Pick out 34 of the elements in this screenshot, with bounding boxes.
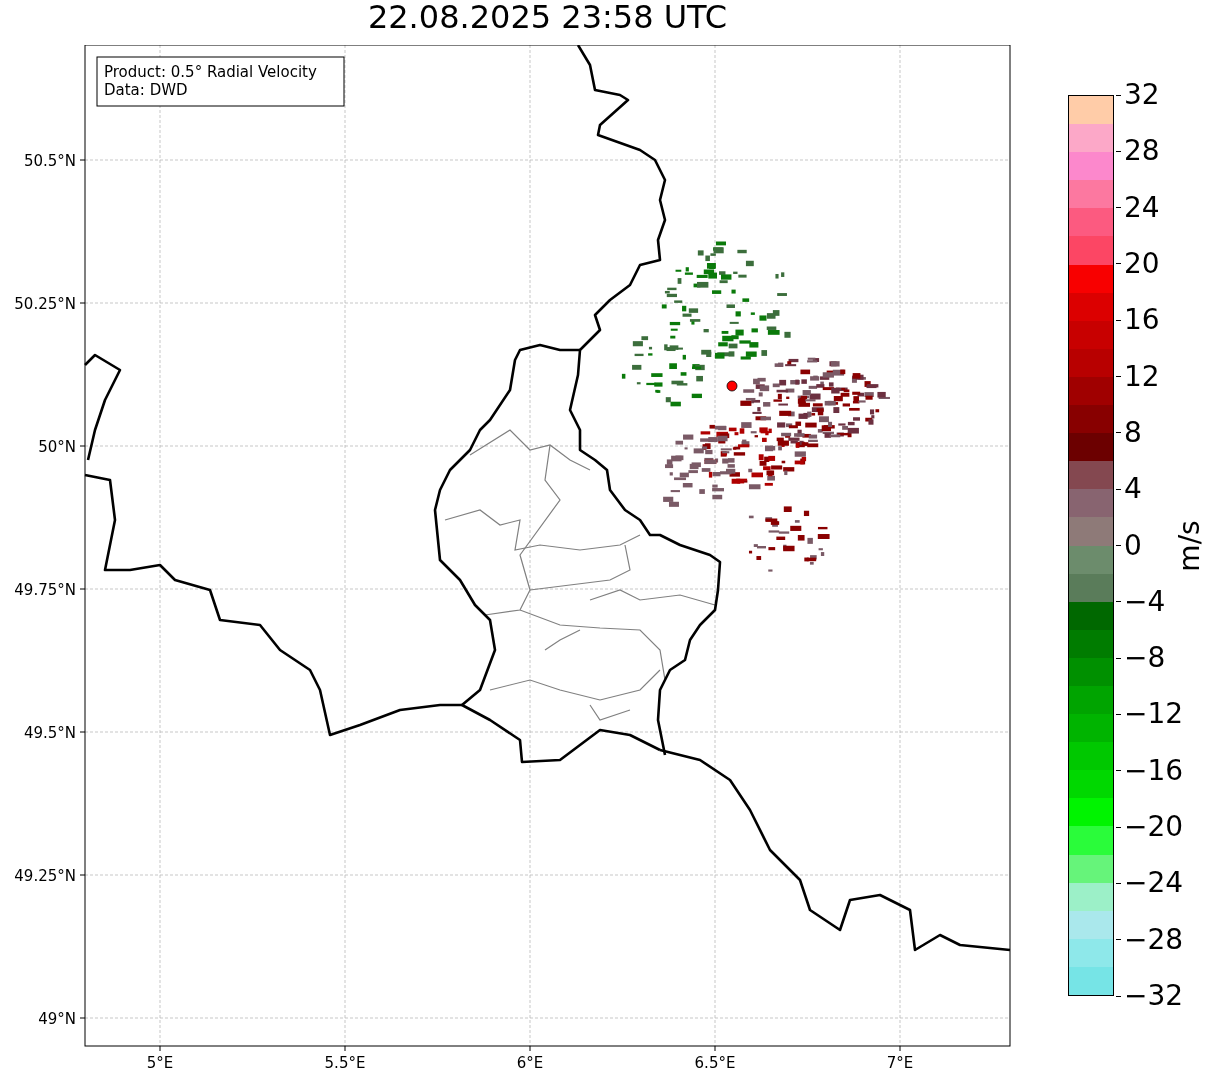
colorbar-tick-label: −28	[1123, 922, 1184, 957]
info-text: Data: DWD	[104, 81, 188, 99]
latitude-label: 49.5°N	[23, 724, 76, 742]
colorbar-tick-label: 0	[1123, 528, 1142, 563]
latitude-label: 50.25°N	[14, 295, 76, 313]
colorbar-tick-label: 28	[1123, 134, 1160, 169]
colorbar-tick-label: −32	[1123, 979, 1184, 1013]
colorbar-tick-label: 12	[1123, 359, 1160, 394]
colorbar-tick-label: −20	[1123, 810, 1184, 845]
colorbar-tick-label: 32	[1123, 78, 1160, 112]
latitude-label: 50°N	[38, 438, 76, 456]
longitude-label: 7°E	[886, 1054, 914, 1072]
colorbar-tick-label: 24	[1123, 190, 1160, 225]
colorbar-tick-label: 8	[1123, 415, 1142, 450]
colorbar-tick-label: 20	[1123, 246, 1160, 281]
longitude-label: 5.5°E	[324, 1054, 366, 1072]
colorbar-tick-label: −16	[1123, 753, 1184, 788]
latitude-label: 49.75°N	[14, 581, 76, 599]
longitude-label: 6.5°E	[694, 1054, 736, 1072]
colorbar-label: m/s	[1172, 519, 1208, 572]
colorbar-tick-label: −12	[1123, 697, 1184, 732]
chart-title: 22.08.2025 23:58 UTC	[367, 0, 728, 37]
colorbar-tick-label: −8	[1123, 641, 1166, 676]
latitude-label: 50.5°N	[23, 152, 76, 170]
longitude-label: 6°E	[516, 1054, 544, 1072]
colorbar-tick-label: 16	[1123, 303, 1160, 338]
longitude-label: 5°E	[146, 1054, 174, 1072]
info-text: Product: 0.5° Radial Velocity	[104, 63, 317, 81]
colorbar-tick-label: −4	[1123, 584, 1166, 619]
radar-site-marker	[726, 380, 738, 392]
latitude-label: 49.25°N	[14, 867, 76, 885]
latitude-label: 49°N	[38, 1010, 76, 1028]
colorbar-tick-label: 4	[1123, 472, 1142, 507]
colorbar-tick-label: −24	[1123, 866, 1184, 901]
